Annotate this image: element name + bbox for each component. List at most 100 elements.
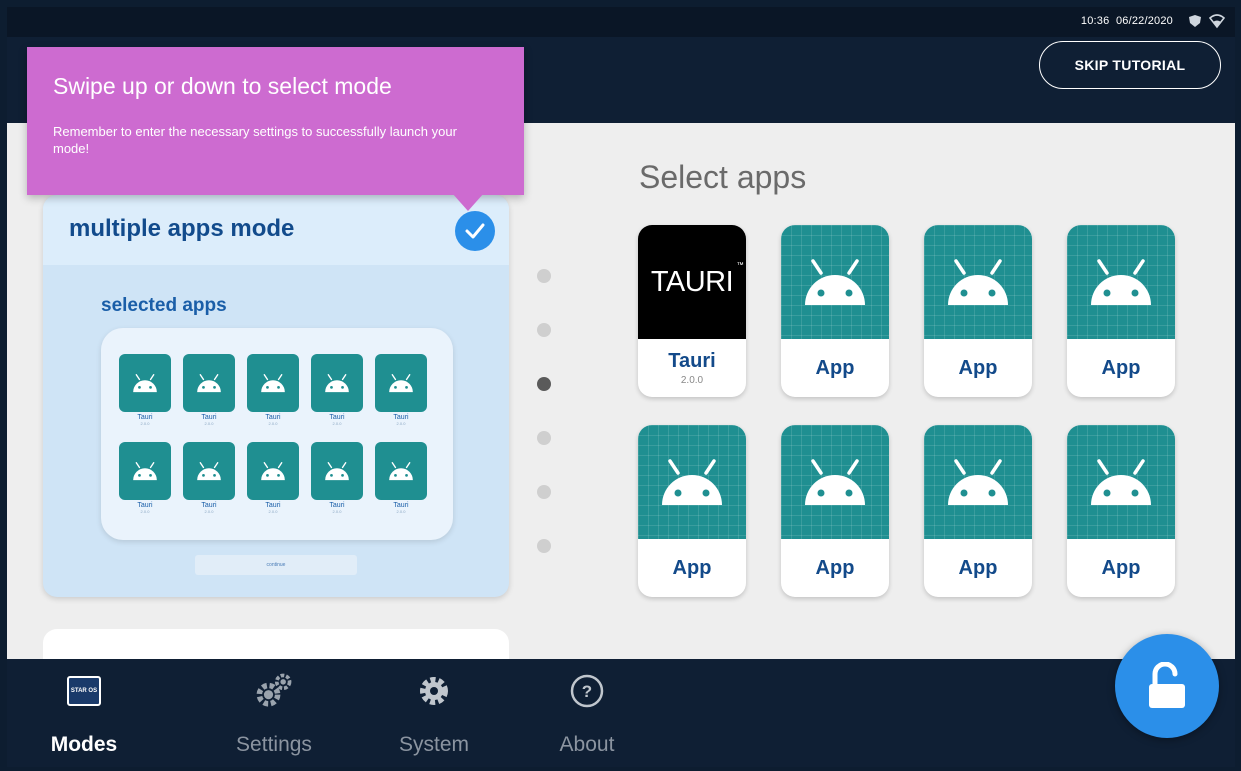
shield-icon [1189,15,1201,27]
tutorial-tooltip: Swipe up or down to select mode Remember… [27,47,524,195]
mini-app-version: 2.0.0 [268,509,278,514]
nav-item-settings[interactable]: Settings [219,669,329,757]
mini-app-item: Tauri 2.0.0 [119,354,171,430]
app-card[interactable]: App [638,425,746,597]
staros-icon: STAR OS [62,669,106,713]
mini-app-item: Tauri 2.0.0 [311,354,363,430]
nav-item-about[interactable]: ? About [532,669,642,757]
tauri-logo-text: TAURI ™ [650,261,744,298]
selected-apps-label: selected apps [101,295,227,316]
android-icon [1067,425,1175,539]
staros-label: STAR OS [67,676,101,706]
android-icon [781,225,889,339]
app-card[interactable]: App [924,425,1032,597]
mini-app-version: 2.0.0 [268,421,278,426]
mini-app-version: 2.0.0 [140,421,150,426]
mini-app-preview: Tauri 2.0.0 Tauri 2.0.0 Tauri 2.0.0 Tauri 2.0.0… [101,328,453,540]
status-date: 06/22/2020 [1115,15,1173,27]
mini-app-item: Tauri 2.0.0 [247,442,299,518]
tauri-logo-icon: TAURI ™ [638,225,746,339]
mini-app-version: 2.0.0 [140,509,150,514]
pagination-dot[interactable] [537,377,551,391]
nav-label-about: About [559,733,615,756]
nav-label-system: System [398,733,469,756]
nav-label-settings: Settings [236,733,312,756]
nav-item-modes[interactable]: STAR OS Modes [29,669,139,757]
mini-app-item: Tauri 2.0.0 [375,442,427,518]
pagination-dot[interactable] [537,539,551,553]
mini-app-name: Tauri [201,502,217,509]
mini-app-version: 2.0.0 [396,509,406,514]
android-icon [311,354,363,412]
mini-app-item: Tauri 2.0.0 [247,354,299,430]
gears-icon [252,669,296,713]
app-label: App [924,339,1032,397]
tooltip-title: Swipe up or down to select mode [53,73,392,99]
mini-app-name: Tauri [137,414,153,421]
check-icon [455,211,495,251]
mini-continue-button: continue [195,555,357,575]
app-card[interactable]: App [781,225,889,397]
app-card[interactable]: App [1067,225,1175,397]
app-label: Tauri 2.0.0 [638,339,746,397]
app-label: App [781,339,889,397]
mini-app-name: Tauri [329,414,345,421]
app-card[interactable]: TAURI ™ Tauri 2.0.0 [638,225,746,397]
app-label: App [1067,339,1175,397]
tooltip-body: Remember to enter the necessary settings… [53,124,457,156]
android-icon [924,225,1032,339]
android-icon [1067,225,1175,339]
mini-app-item: Tauri 2.0.0 [183,354,235,430]
app-name: App [958,556,998,579]
svg-text:?: ? [582,682,592,701]
wifi-icon [1209,14,1225,29]
pagination-dot[interactable] [537,323,551,337]
app-label: App [924,539,1032,597]
app-name: App [815,556,855,579]
mini-app-name: Tauri [201,414,217,421]
mini-app-version: 2.0.0 [332,509,342,514]
mini-app-item: Tauri 2.0.0 [375,354,427,430]
unlock-icon [1149,662,1185,708]
mini-app-name: Tauri [137,502,153,509]
android-icon [183,354,235,412]
pagination-dot[interactable] [537,269,551,283]
pagination-dot[interactable] [537,485,551,499]
android-icon [247,354,299,412]
pagination-dot[interactable] [537,431,551,445]
android-icon [311,442,363,500]
app-card[interactable]: App [1067,425,1175,597]
skip-tutorial-button[interactable]: SKIP TUTORIAL [1039,41,1221,89]
app-name: App [958,356,998,379]
mini-app-version: 2.0.0 [204,509,214,514]
android-icon [638,425,746,539]
app-version: 2.0.0 [680,375,704,386]
mode-card-header: multiple apps mode [43,195,509,265]
app-label: App [1067,539,1175,597]
android-icon [247,442,299,500]
status-time: 10:36 [1080,15,1110,27]
app-card[interactable]: App [781,425,889,597]
mini-app-item: Tauri 2.0.0 [183,442,235,518]
unlock-button[interactable] [1115,634,1219,738]
mode-card-multiple-apps[interactable]: multiple apps mode selected apps Tauri 2.… [43,195,509,597]
app-grid: TAURI ™ Tauri 2.0.0 App App App App App App App [638,225,1175,597]
mini-app-version: 2.0.0 [204,421,214,426]
android-icon [119,442,171,500]
nav-item-system[interactable]: System [379,669,489,757]
bottom-nav: STAR OS Modes Settings System ? About [7,659,1235,767]
mini-app-version: 2.0.0 [332,421,342,426]
mini-app-name: Tauri [265,502,281,509]
tooltip-arrow [452,193,484,211]
help-icon: ? [565,669,609,713]
mini-app-item: Tauri 2.0.0 [119,442,171,518]
android-icon [119,354,171,412]
app-card[interactable]: App [924,225,1032,397]
android-icon [924,425,1032,539]
app-label: App [781,539,889,597]
gear-icon [412,669,456,713]
mode-title: multiple apps mode [69,215,295,242]
mini-app-name: Tauri [265,414,281,421]
mini-app-name: Tauri [329,502,345,509]
app-name: Tauri [668,350,716,372]
